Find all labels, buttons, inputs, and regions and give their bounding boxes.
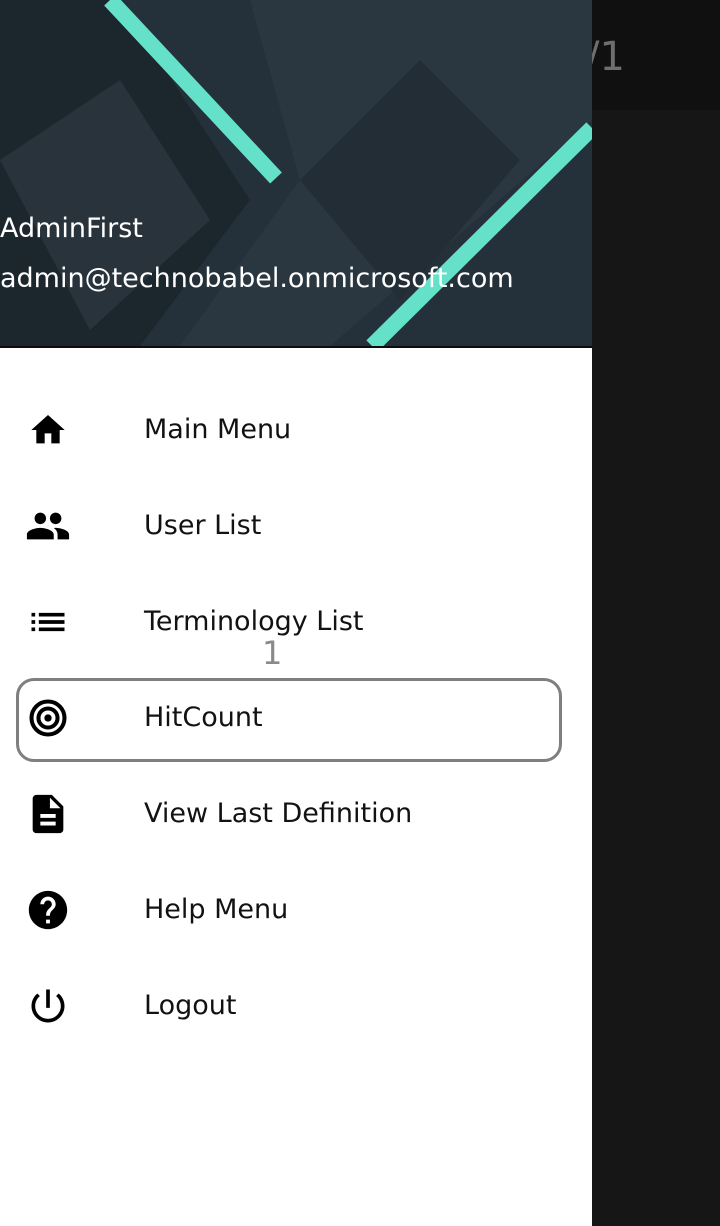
user-email: admin@technobabel.onmicrosoft.com <box>0 263 514 294</box>
people-icon <box>24 504 72 548</box>
user-name: AdminFirst <box>0 213 143 244</box>
list-icon <box>24 600 72 644</box>
header-background-art <box>0 0 592 346</box>
navigation-drawer: AdminFirst admin@technobabel.onmicrosoft… <box>0 0 592 1226</box>
menu-item-view-last-definition[interactable]: View Last Definition <box>0 766 592 862</box>
menu-item-logout[interactable]: Logout <box>0 958 592 1054</box>
document-icon <box>24 792 72 836</box>
menu-item-terminology-list[interactable]: Terminology List <box>0 574 592 670</box>
menu-label: View Last Definition <box>144 798 413 829</box>
drawer-header: AdminFirst admin@technobabel.onmicrosoft… <box>0 0 592 348</box>
highlight-box <box>16 678 562 762</box>
menu-label: Logout <box>144 990 237 1021</box>
highlight-index-label: 1 <box>262 634 283 672</box>
menu-label: Main Menu <box>144 414 292 445</box>
menu-label: Terminology List <box>144 606 364 637</box>
power-icon <box>24 984 72 1028</box>
menu-item-main-menu[interactable]: Main Menu <box>0 382 592 478</box>
menu-label: User List <box>144 510 262 541</box>
menu-label: Help Menu <box>144 894 289 925</box>
help-icon <box>24 888 72 932</box>
home-icon <box>24 408 72 452</box>
menu-item-user-list[interactable]: User List <box>0 478 592 574</box>
menu-item-help-menu[interactable]: Help Menu <box>0 862 592 958</box>
